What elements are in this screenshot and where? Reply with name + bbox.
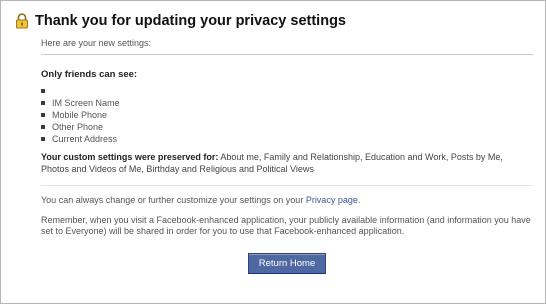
list-item: Other Phone — [41, 121, 533, 133]
custom-settings-note: Your custom settings were preserved for:… — [41, 152, 533, 175]
bullet-icon — [41, 137, 45, 141]
return-home-button[interactable]: Return Home — [247, 252, 327, 274]
list-item-label: IM Screen Name — [52, 98, 120, 108]
list-item-label: Mobile Phone — [52, 110, 108, 120]
privacy-confirmation-dialog: Thank you for updating your privacy sett… — [0, 0, 546, 304]
list-item: Mobile Phone — [41, 109, 533, 121]
header-divider — [41, 54, 533, 55]
friends-section-heading: Only friends can see: — [41, 69, 138, 80]
bullet-icon — [41, 101, 45, 105]
lock-icon — [16, 13, 28, 29]
privacy-page-note: You can always change or further customi… — [41, 195, 533, 207]
dialog-header: Thank you for updating your privacy sett… — [15, 13, 346, 29]
dialog-subtitle: Here are your new settings: — [41, 38, 152, 48]
list-item-label: Current Address — [52, 134, 118, 144]
list-item: IM Screen Name — [41, 97, 533, 109]
privacy-page-link[interactable]: Privacy page — [306, 195, 358, 205]
privacy-note-end: . — [357, 195, 361, 205]
list-item: Current Address — [41, 133, 533, 145]
section-divider — [41, 185, 533, 186]
button-row: Return Home — [41, 252, 533, 274]
list-item — [41, 85, 533, 97]
dialog-content: Only friends can see: IM Screen Name Mob… — [41, 54, 533, 274]
bullet-icon — [41, 125, 45, 129]
reminder-text: Remember, when you visit a Facebook-enha… — [41, 214, 531, 237]
privacy-note-text: You can always change or further customi… — [41, 195, 306, 205]
custom-settings-label: Your custom settings were preserved for: — [41, 152, 219, 162]
dialog-title: Thank you for updating your privacy sett… — [35, 13, 346, 29]
list-item-label: Other Phone — [52, 122, 104, 132]
bullet-icon — [41, 113, 45, 117]
friends-visible-list: IM Screen Name Mobile Phone Other Phone … — [41, 85, 533, 145]
bullet-icon — [41, 89, 45, 93]
